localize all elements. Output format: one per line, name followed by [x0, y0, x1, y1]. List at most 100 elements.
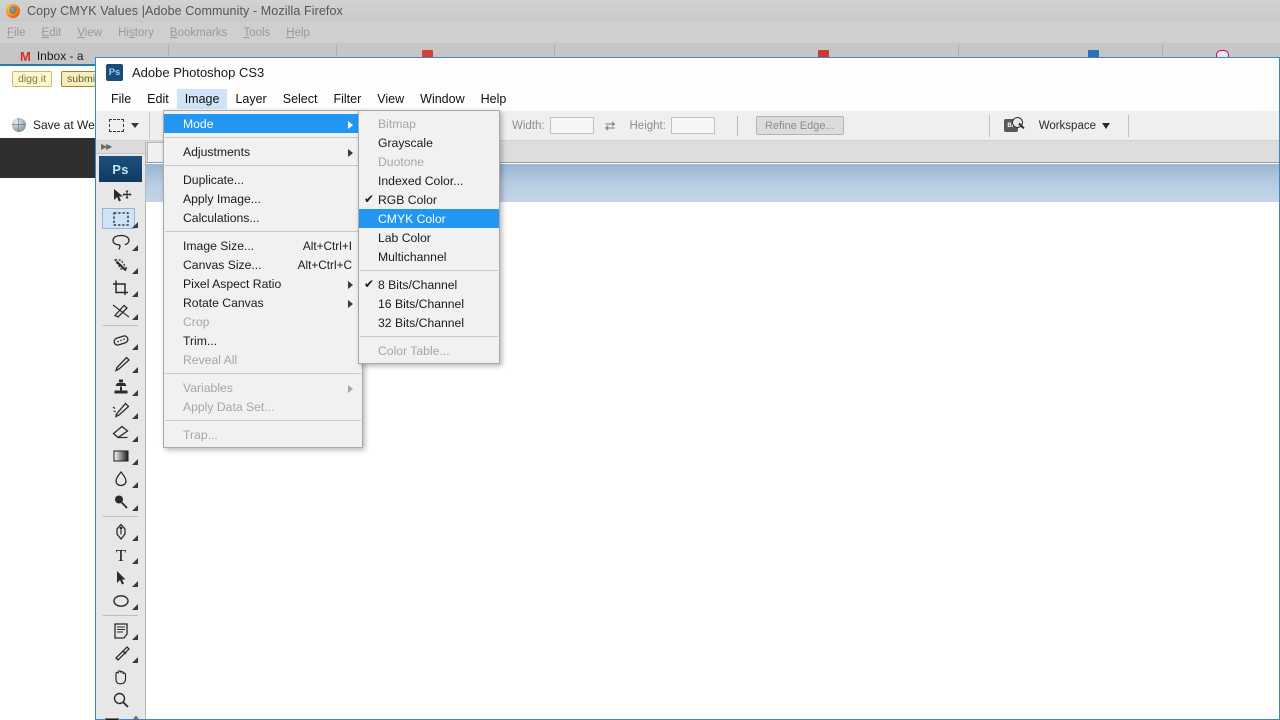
menu-item-duplicate[interactable]: Duplicate... [164, 170, 362, 189]
firefox-menu-view[interactable]: View [77, 27, 102, 39]
menu-item-rotate-canvas[interactable]: Rotate Canvas [164, 293, 362, 312]
firefox-menu-tools[interactable]: Tools [243, 27, 270, 39]
menu-item-apply-data-set: Apply Data Set... [164, 397, 362, 416]
menu-item-mode[interactable]: Mode [164, 114, 362, 133]
go-to-bridge-icon[interactable]: Br [1003, 117, 1025, 134]
save-at-web-link[interactable]: Save at Web [33, 118, 101, 132]
chevron-down-icon[interactable] [1102, 122, 1110, 129]
menu-item-apply-image[interactable]: Apply Image... [164, 189, 362, 208]
width-input[interactable] [549, 117, 594, 134]
submenu-item-32-bits-channel[interactable]: 32 Bits/Channel [359, 313, 499, 332]
tool-flyout-indicator[interactable] [132, 222, 138, 228]
active-tool-well[interactable] [100, 111, 150, 140]
tool-flyout-indicator[interactable] [132, 581, 138, 587]
rectangular-marquee-tool[interactable] [96, 207, 145, 230]
submenu-item-cmyk-color[interactable]: CMYK Color [359, 209, 499, 228]
type-tool[interactable]: T [96, 543, 145, 566]
slice-tool[interactable] [96, 299, 145, 322]
move-tool[interactable] [96, 184, 145, 207]
tab-label: Inbox - a [36, 49, 84, 63]
tool-flyout-indicator[interactable] [132, 390, 138, 396]
menu-item-adjustments[interactable]: Adjustments [164, 142, 362, 161]
panel-collapse-icon[interactable]: ▶▶ [96, 141, 145, 154]
submenu-item-rgb-color[interactable]: ✔ RGB Color [359, 190, 499, 209]
tool-flyout-indicator[interactable] [132, 459, 138, 465]
submenu-arrow-icon [348, 300, 353, 308]
menu-item-label: Indexed Color... [378, 173, 464, 188]
ps-menu-help[interactable]: Help [473, 89, 515, 109]
swap-dimensions-icon[interactable]: ⇄ [605, 119, 616, 132]
ps-menu-view[interactable]: View [369, 89, 412, 109]
svg-text:T: T [115, 546, 126, 564]
firefox-window-title: Copy CMYK Values |Adobe Community - Mozi… [27, 4, 343, 18]
firefox-menu-bookmarks[interactable]: Bookmarks [170, 27, 228, 39]
tool-flyout-indicator[interactable] [132, 558, 138, 564]
firefox-menu-file[interactable]: File [7, 27, 26, 39]
swap-colors-icon[interactable]: ⤴ [127, 716, 139, 720]
magic-wand-tool[interactable] [96, 253, 145, 276]
workspace-label[interactable]: Workspace [1039, 120, 1096, 132]
eyedropper-tool[interactable] [96, 642, 145, 665]
submenu-item-16-bits-channel[interactable]: 16 Bits/Channel [359, 294, 499, 313]
tool-flyout-indicator[interactable] [132, 657, 138, 663]
hand-tool[interactable] [96, 665, 145, 688]
tool-flyout-indicator[interactable] [132, 482, 138, 488]
crop-tool[interactable] [96, 276, 145, 299]
tool-flyout-indicator[interactable] [132, 245, 138, 251]
pen-tool[interactable] [96, 520, 145, 543]
tool-flyout-indicator[interactable] [132, 604, 138, 610]
menu-item-canvas-size[interactable]: Canvas Size... Alt+Ctrl+C [164, 255, 362, 274]
tool-flyout-indicator[interactable] [132, 413, 138, 419]
submenu-item-multichannel[interactable]: Multichannel [359, 247, 499, 266]
color-swatches[interactable]: ⤴ [96, 714, 145, 720]
menu-item-pixel-aspect-ratio[interactable]: Pixel Aspect Ratio [164, 274, 362, 293]
clone-stamp-tool[interactable] [96, 375, 145, 398]
tool-flyout-indicator[interactable] [132, 634, 138, 640]
refine-edge-button[interactable]: Refine Edge... [755, 116, 844, 135]
menu-item-label: Lab Color [378, 230, 431, 245]
height-input[interactable] [670, 117, 715, 134]
menu-item-image-size[interactable]: Image Size... Alt+Ctrl+I [164, 236, 362, 255]
ps-menu-window[interactable]: Window [412, 89, 472, 109]
digg-it-button[interactable]: digg it [12, 70, 53, 87]
path-selection-tool[interactable] [96, 566, 145, 589]
ps-menu-select[interactable]: Select [275, 89, 326, 109]
tool-flyout-indicator[interactable] [132, 344, 138, 350]
submenu-item-indexed-color[interactable]: Indexed Color... [359, 171, 499, 190]
tool-flyout-indicator[interactable] [132, 535, 138, 541]
menu-item-calculations[interactable]: Calculations... [164, 208, 362, 227]
eraser-tool[interactable] [96, 421, 145, 444]
healing-brush-tool[interactable] [96, 329, 145, 352]
firefox-menu-help[interactable]: Help [286, 27, 310, 39]
notes-tool[interactable] [96, 619, 145, 642]
submenu-item-8-bits-channel[interactable]: ✔ 8 Bits/Channel [359, 275, 499, 294]
history-brush-tool[interactable] [96, 398, 145, 421]
brush-tool[interactable] [96, 352, 145, 375]
submenu-item-grayscale[interactable]: Grayscale [359, 133, 499, 152]
ps-menu-file[interactable]: File [103, 89, 139, 109]
tool-flyout-indicator[interactable] [132, 505, 138, 511]
ps-menu-edit[interactable]: Edit [139, 89, 177, 109]
dodge-tool[interactable] [96, 490, 145, 513]
tool-flyout-indicator[interactable] [132, 314, 138, 320]
firefox-menu-history[interactable]: History [118, 27, 154, 39]
tool-flyout-indicator[interactable] [132, 436, 138, 442]
tool-flyout-indicator[interactable] [132, 268, 138, 274]
firefox-menu-edit[interactable]: Edit [42, 27, 62, 39]
menu-separator [165, 420, 361, 421]
ps-menu-image[interactable]: Image [176, 89, 228, 109]
tool-flyout-indicator[interactable] [132, 367, 138, 373]
tool-flyout-indicator[interactable] [132, 291, 138, 297]
ps-menu-filter[interactable]: Filter [325, 89, 369, 109]
chevron-down-icon[interactable] [131, 123, 139, 128]
options-divider [1128, 114, 1129, 137]
options-divider [736, 115, 738, 136]
menu-item-trim[interactable]: Trim... [164, 331, 362, 350]
ps-menu-layer[interactable]: Layer [227, 89, 274, 109]
submenu-item-lab-color[interactable]: Lab Color [359, 228, 499, 247]
lasso-tool[interactable] [96, 230, 145, 253]
blur-tool[interactable] [96, 467, 145, 490]
gradient-tool[interactable] [96, 444, 145, 467]
zoom-tool[interactable] [96, 688, 145, 711]
ellipse-shape-tool[interactable] [96, 589, 145, 612]
